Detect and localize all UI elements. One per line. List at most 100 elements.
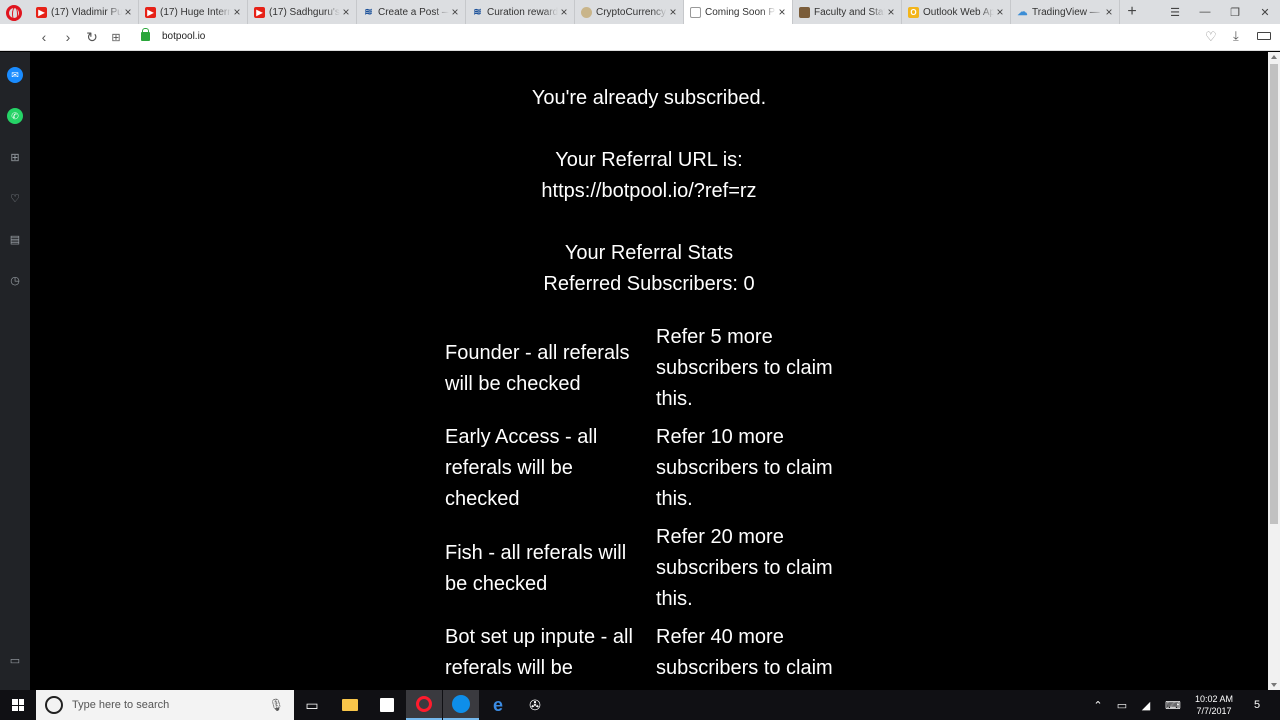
news-icon[interactable]: ▤ bbox=[7, 231, 23, 247]
steemit-icon: ≋ bbox=[364, 6, 373, 18]
store-icon[interactable] bbox=[369, 690, 405, 720]
tab-1[interactable]: ▶ (17) Huge Internet× bbox=[139, 0, 248, 24]
download-icon[interactable]: ⤓ bbox=[1233, 28, 1239, 44]
table-row: Founder - all referals will be checked R… bbox=[445, 322, 865, 415]
close-tab-icon[interactable]: × bbox=[994, 5, 1006, 19]
tab-7[interactable]: Faculty and Staff × bbox=[793, 0, 902, 24]
opera-menu-icon[interactable] bbox=[6, 5, 22, 21]
close-tab-icon[interactable]: × bbox=[1103, 5, 1115, 19]
close-tab-icon[interactable]: × bbox=[667, 5, 679, 19]
clock-time: 10:02 AM bbox=[1194, 694, 1234, 704]
tab-title: (17) Huge Internet bbox=[160, 6, 231, 18]
school-icon bbox=[799, 6, 810, 18]
steemit-icon: ≋ bbox=[473, 6, 482, 18]
tab-menu-icon[interactable]: ☰ bbox=[1160, 0, 1190, 24]
cortana-icon bbox=[45, 696, 63, 714]
tab-title: CryptoCurrency bbox=[596, 6, 667, 18]
notifications-icon[interactable]: 5 bbox=[1246, 690, 1268, 720]
microphone-icon[interactable]: 🎙 bbox=[269, 698, 284, 712]
bookmarks-heart-icon[interactable]: ♡ bbox=[7, 190, 23, 206]
table-row: Fish - all referals will be checked Refe… bbox=[445, 522, 865, 615]
coin-icon bbox=[581, 6, 592, 18]
whatsapp-icon[interactable]: ✆ bbox=[7, 108, 23, 124]
url-field[interactable]: botpool.io bbox=[162, 31, 205, 42]
subscribed-message: You're already subscribed. bbox=[531, 87, 767, 109]
app-icon[interactable]: ✇ bbox=[517, 690, 553, 720]
keyboard-icon[interactable]: ⌨ bbox=[1160, 690, 1186, 720]
tab-6[interactable]: Coming Soon Page× bbox=[684, 0, 793, 24]
tray-chevron-icon[interactable]: ⌃ bbox=[1090, 690, 1106, 720]
reward-requirement: Refer 10 more subscribers to claim this. bbox=[656, 426, 833, 510]
restore-icon[interactable]: ❐ bbox=[1220, 0, 1250, 24]
stats-title: Your Referral Stats bbox=[564, 242, 734, 264]
tab-2[interactable]: ▶ (17) Sadhguru's × bbox=[248, 0, 357, 24]
close-tab-icon[interactable]: × bbox=[231, 5, 243, 19]
scroll-up-icon[interactable] bbox=[1271, 55, 1277, 59]
reload-button[interactable]: ↻ bbox=[82, 27, 102, 47]
notification-count: 5 bbox=[1253, 699, 1261, 711]
close-tab-icon[interactable]: × bbox=[340, 5, 352, 19]
battery-icon[interactable]: ▭ bbox=[1114, 690, 1130, 720]
clock[interactable]: 10:02 AM 7/7/2017 bbox=[1188, 693, 1240, 717]
bookmark-heart-icon[interactable]: ♡ bbox=[1205, 29, 1217, 45]
referral-url[interactable]: https://botpool.io/?ref=rz bbox=[30, 176, 1268, 207]
new-tab-button[interactable]: + bbox=[1120, 0, 1144, 24]
close-tab-icon[interactable]: × bbox=[558, 5, 570, 19]
windows-icon bbox=[12, 699, 24, 711]
close-tab-icon[interactable]: × bbox=[449, 5, 461, 19]
task-view-icon[interactable]: ▭ bbox=[294, 690, 330, 720]
scrollbar-thumb[interactable] bbox=[1270, 64, 1278, 524]
battery-saver-icon[interactable] bbox=[1257, 32, 1271, 40]
tab-title: TradingView — bbox=[1032, 6, 1100, 18]
tab-title: Create a Post — bbox=[378, 6, 449, 18]
sidebar-toggle-icon[interactable]: ▭ bbox=[7, 652, 23, 668]
referral-label: Your Referral URL is: bbox=[555, 149, 743, 171]
file-explorer-icon[interactable] bbox=[332, 690, 368, 720]
tab-0[interactable]: ▶ (17) Vladimir Putin× bbox=[30, 0, 139, 24]
reward-requirement: Refer 40 more subscribers to claim this. bbox=[656, 626, 833, 690]
tab-title: (17) Vladimir Putin bbox=[51, 6, 122, 18]
close-window-icon[interactable]: ✕ bbox=[1250, 0, 1280, 24]
tab-title: (17) Sadhguru's bbox=[269, 6, 340, 18]
tab-title: Curation rewards bbox=[487, 6, 558, 18]
lock-icon[interactable] bbox=[141, 28, 150, 41]
reward-name: Early Access - all referals will be chec… bbox=[445, 426, 598, 510]
minimize-icon[interactable]: — bbox=[1190, 0, 1220, 24]
tab-3[interactable]: ≋ Create a Post — × bbox=[357, 0, 466, 24]
reward-requirement: Refer 5 more subscribers to claim this. bbox=[656, 326, 833, 410]
history-clock-icon[interactable]: ◷ bbox=[7, 272, 23, 288]
page-scrollbar[interactable] bbox=[1268, 52, 1280, 690]
tab-title: Coming Soon Page bbox=[705, 6, 776, 18]
page-icon bbox=[690, 6, 701, 18]
messenger-icon[interactable]: ✉ bbox=[7, 67, 23, 83]
tab-list: ▶(17) Vladimir Putin× ▶(17) Huge Interne… bbox=[30, 0, 1144, 24]
speed-dial-icon[interactable]: ⊞ bbox=[7, 149, 23, 165]
close-tab-icon[interactable]: × bbox=[776, 5, 788, 19]
close-tab-icon[interactable]: × bbox=[122, 5, 134, 19]
forward-button[interactable]: › bbox=[58, 27, 78, 47]
youtube-icon: ▶ bbox=[254, 6, 265, 18]
reward-name: Fish - all referals will be checked bbox=[445, 541, 627, 595]
tab-title: Outlook Web App bbox=[923, 6, 994, 18]
tab-4[interactable]: ≋ Curation rewards × bbox=[466, 0, 575, 24]
speed-dial-icon[interactable]: ⊞ bbox=[106, 27, 126, 47]
reward-name: Founder - all referals will be checked bbox=[445, 341, 630, 395]
close-tab-icon[interactable]: × bbox=[885, 5, 897, 19]
edge-icon[interactable]: e bbox=[480, 690, 516, 720]
table-row: Early Access - all referals will be chec… bbox=[445, 422, 865, 515]
opera-taskbar-icon[interactable] bbox=[406, 690, 442, 720]
reward-name: Bot set up inpute - all referals will be… bbox=[445, 626, 633, 690]
tab-8[interactable]: O Outlook Web App × bbox=[902, 0, 1011, 24]
tab-title: Faculty and Staff bbox=[814, 6, 885, 18]
table-row: Bot set up inpute - all referals will be… bbox=[445, 622, 865, 690]
back-button[interactable]: ‹ bbox=[34, 27, 54, 47]
taskbar-search[interactable]: Type here to search 🎙 bbox=[36, 690, 294, 720]
start-button[interactable] bbox=[0, 690, 36, 720]
tab-5[interactable]: CryptoCurrency × bbox=[575, 0, 684, 24]
tab-9[interactable]: ☁ TradingView — × bbox=[1011, 0, 1120, 24]
wifi-icon[interactable]: ◢ bbox=[1138, 690, 1154, 720]
teamviewer-icon[interactable] bbox=[443, 690, 479, 720]
clock-date: 7/7/2017 bbox=[1196, 706, 1232, 716]
tab-strip: ▶(17) Vladimir Putin× ▶(17) Huge Interne… bbox=[0, 0, 1280, 24]
scroll-down-icon[interactable] bbox=[1271, 683, 1277, 687]
